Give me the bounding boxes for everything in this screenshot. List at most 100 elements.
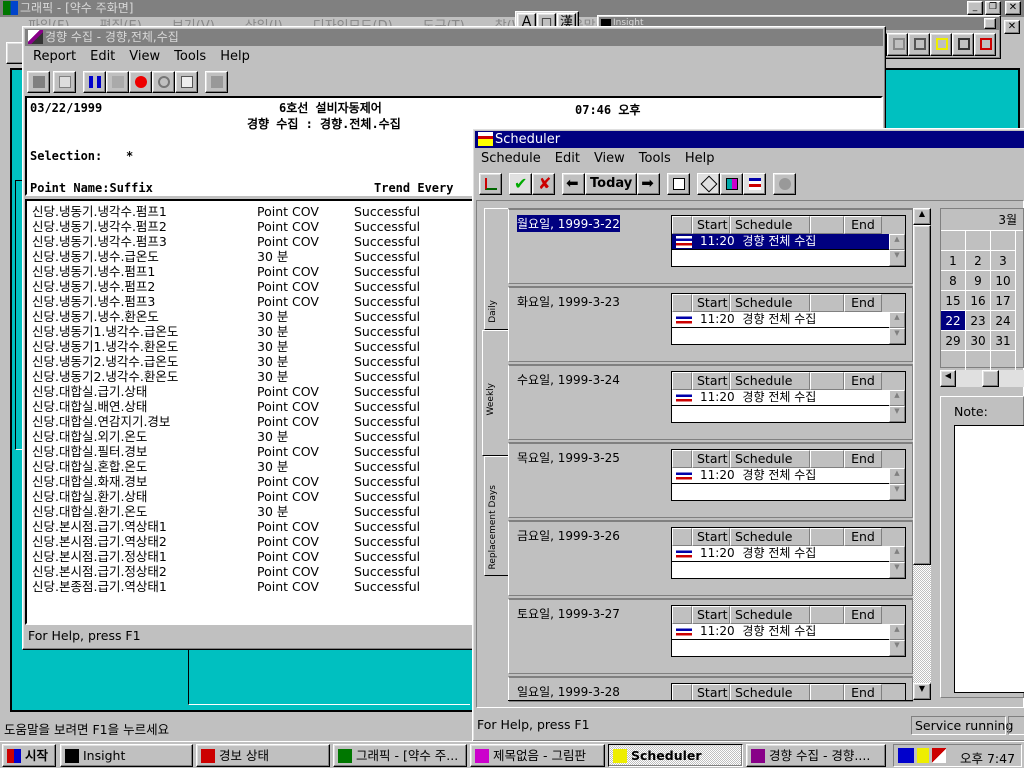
header-start[interactable]: Start (692, 606, 730, 624)
header-start[interactable]: Start (692, 216, 730, 234)
scroll-down-button[interactable]: ▼ (889, 484, 905, 500)
day-panel[interactable]: 수요일, 1999-3-24 Start Schedule End 11:20 경향 전… (508, 364, 913, 440)
scroll-down-button[interactable]: ▼ (913, 683, 931, 700)
calendar-day[interactable]: 29 (941, 331, 966, 351)
wizard-button[interactable] (479, 173, 502, 195)
start-button[interactable]: 시작 (2, 744, 56, 767)
day-list-scrollbar[interactable]: ▲ ▼ (913, 208, 931, 701)
calendar-day[interactable]: 8 (941, 271, 966, 291)
menu-edit[interactable]: Edit (555, 149, 580, 168)
scroll-left-button[interactable]: ◀ (940, 370, 956, 387)
taskbar-item[interactable]: 경향 수집 - 경향.... (746, 744, 886, 767)
day-panel[interactable]: 금요일, 1999-3-26 Start Schedule End 11:20 경향 전… (508, 520, 913, 596)
service-button[interactable] (773, 173, 797, 195)
menu-help[interactable]: Help (685, 149, 715, 168)
scroll-up-button[interactable]: ▲ (889, 312, 905, 328)
minimize-button[interactable] (984, 18, 996, 29)
calendar-day[interactable]: 30 (966, 331, 991, 351)
tab-weekly[interactable]: Weekly (482, 330, 508, 456)
menu-schedule[interactable]: Schedule (481, 149, 541, 168)
header-end[interactable]: End (844, 216, 882, 234)
header-schedule[interactable]: Schedule (730, 528, 810, 546)
header-start[interactable]: Start (692, 294, 730, 312)
scroll-down-button[interactable]: ▼ (889, 250, 905, 266)
schedule-grid[interactable]: Start Schedule End 11:20 경향 전체 수집 ▲ ▼ (671, 605, 906, 657)
schedule-item[interactable]: 11:20 경향 전체 수집 (672, 390, 889, 406)
calendar-day[interactable]: 22 (941, 311, 966, 331)
scroll-down-button[interactable]: ▼ (889, 406, 905, 422)
scroll-up-button[interactable]: ▲ (889, 546, 905, 562)
header-schedule[interactable]: Schedule (730, 450, 810, 468)
calendar-day[interactable]: 3 (991, 251, 1016, 271)
day-panel[interactable]: 목요일, 1999-3-25 Start Schedule End 11:20 경향 전… (508, 442, 913, 518)
next-button[interactable]: ➡ (637, 173, 661, 195)
day-panel[interactable]: 토요일, 1999-3-27 Start Schedule End 11:20 경향 전… (508, 598, 913, 674)
taskbar-item[interactable]: Insight (60, 744, 193, 767)
header-start[interactable]: Start (692, 372, 730, 390)
header-schedule[interactable]: Schedule (730, 606, 810, 624)
schedule-item[interactable]: 11:20 경향 전체 수집 (672, 312, 889, 328)
calendar-day[interactable]: 1 (941, 251, 966, 271)
redirect-button[interactable] (106, 71, 129, 93)
schedule-grid[interactable]: Start Schedule End 11:20 경향 전체 수집 ▲ ▼ (671, 371, 906, 423)
schedule-grid[interactable]: Start Schedule End 11:20 경향 전체 수집 ▲ ▼ (671, 215, 906, 267)
scroll-up-button[interactable]: ▲ (889, 624, 905, 640)
menu-report[interactable]: Report (33, 47, 76, 66)
schedule-grid[interactable]: Start Schedule End 11:20 경향 전체 수집 ▲ ▼ (671, 527, 906, 579)
menu-view[interactable]: View (594, 149, 625, 168)
calendar-button[interactable] (667, 173, 691, 195)
calendar-day[interactable]: 9 (966, 271, 991, 291)
tab-daily[interactable]: Daily (484, 208, 508, 330)
today-button[interactable]: Today (585, 173, 638, 195)
menu-tools[interactable]: Tools (174, 47, 206, 66)
header-end[interactable]: End (844, 528, 882, 546)
scroll-up-button[interactable]: ▲ (889, 468, 905, 484)
reject-button[interactable]: ✘ (532, 173, 555, 195)
scroll-down-button[interactable]: ▼ (889, 328, 905, 344)
calendar-day[interactable]: 17 (991, 291, 1016, 311)
header-end[interactable]: End (844, 294, 882, 312)
undo-button[interactable] (152, 71, 175, 93)
grid-scrollbar[interactable]: ▲ ▼ (889, 624, 905, 656)
grid-scrollbar[interactable]: ▲ ▼ (889, 468, 905, 500)
save-button[interactable] (27, 71, 50, 93)
menu-edit[interactable]: Edit (90, 47, 115, 66)
note-textarea[interactable] (954, 425, 1024, 693)
header-start[interactable]: Start (692, 450, 730, 468)
header-schedule[interactable]: Schedule (730, 294, 810, 312)
day-panel[interactable]: 화요일, 1999-3-23 Start Schedule End 11:20 경향 전… (508, 286, 913, 362)
window-button[interactable] (720, 173, 744, 195)
header-end[interactable]: End (844, 606, 882, 624)
calendar-day[interactable]: 16 (966, 291, 991, 311)
calendar-day[interactable]: 10 (991, 271, 1016, 291)
schedule-item[interactable]: 11:20 경향 전체 수집 (672, 624, 889, 640)
print-button[interactable] (205, 71, 228, 93)
schedule-item[interactable]: 11:20 경향 전체 수집 (672, 468, 889, 484)
header-start[interactable]: Start (692, 528, 730, 546)
scroll-down-button[interactable]: ▼ (889, 562, 905, 578)
scroll-thumb[interactable] (913, 225, 931, 565)
grid-scrollbar[interactable]: ▲ ▼ (889, 312, 905, 344)
schedule-grid[interactable]: Start Schedule End 11:20 경향 전체 수집 ▲ ▼ (671, 449, 906, 501)
day-panel[interactable]: 월요일, 1999-3-22 Start Schedule End 11:20 경향 전… (508, 208, 913, 284)
tab-replacement-days[interactable]: Replacement Days (484, 456, 508, 576)
day-panel[interactable]: 일요일, 1999-3-28 Start Schedule End (508, 676, 913, 702)
grid-scrollbar[interactable]: ▲ ▼ (889, 234, 905, 266)
header-end[interactable]: End (844, 372, 882, 390)
header-schedule[interactable]: Schedule (730, 372, 810, 390)
schedule-arrows-button[interactable] (743, 173, 767, 195)
header-end[interactable]: End (844, 450, 882, 468)
calendar-day[interactable]: 24 (991, 311, 1016, 331)
minimize-button[interactable]: _ (967, 1, 983, 15)
header-schedule[interactable]: Schedule (730, 216, 810, 234)
scroll-up-button[interactable]: ▲ (889, 234, 905, 250)
insight-diamond-button[interactable] (886, 33, 909, 56)
menu-tools[interactable]: Tools (639, 149, 671, 168)
pause-button[interactable] (83, 71, 106, 93)
taskbar-item[interactable]: 그래픽 - [약수 주... (333, 744, 467, 767)
calendar-day[interactable]: 23 (966, 311, 991, 331)
stop-button[interactable] (129, 71, 152, 93)
accept-button[interactable]: ✔ (509, 173, 532, 195)
copy-button[interactable] (53, 71, 76, 93)
edit-button[interactable] (175, 71, 198, 93)
